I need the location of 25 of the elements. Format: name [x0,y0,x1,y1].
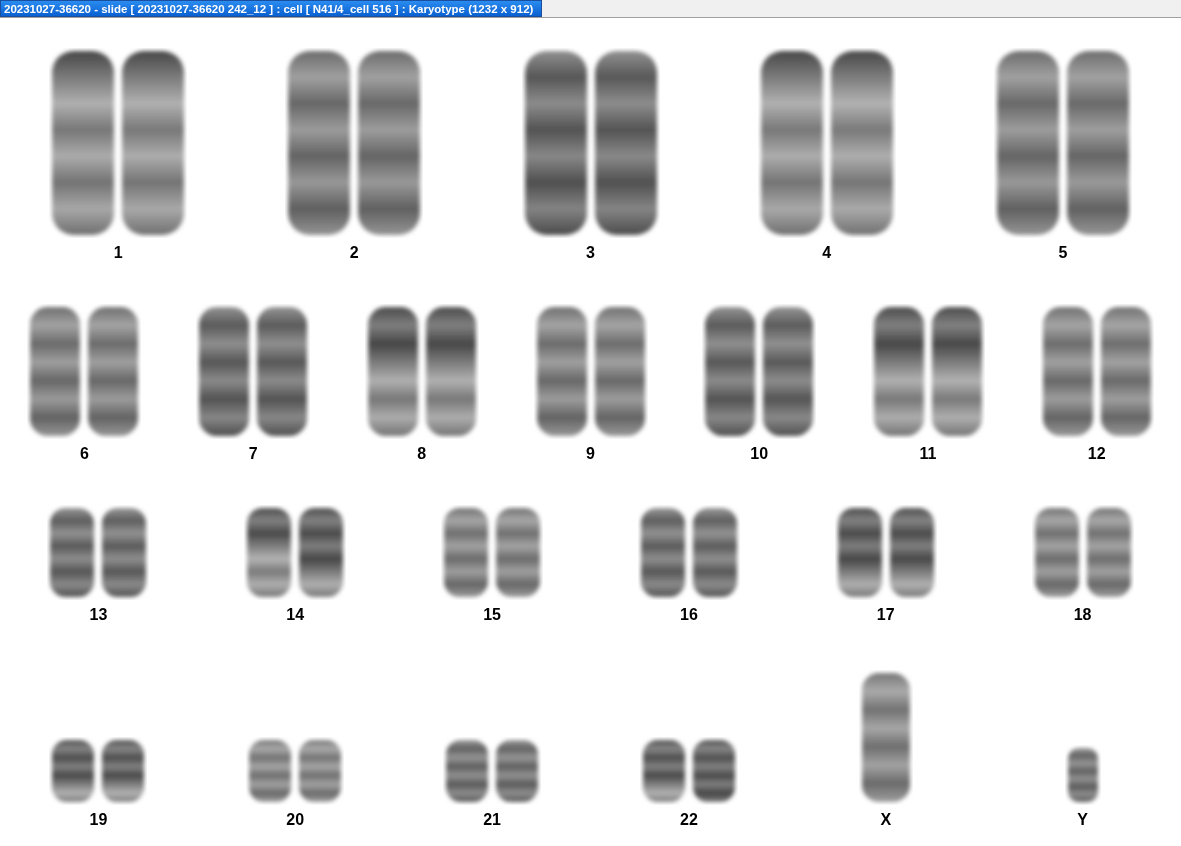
chromosome-number: 21 [483,811,501,829]
window-title: 20231027-36620 - slide [ 20231027-36620 242_12 ] : cell [ N41/4_cell 516 ] : Karyotype (1232 x 912) [0,0,543,17]
chromosome-number: 15 [483,606,501,624]
chromosome-number: 2 [349,244,359,262]
chromosome-number: 1 [113,244,123,262]
chromosome-number: 17 [876,606,895,624]
chromosome-number: 9 [586,445,595,463]
chromosome-number: 18 [1073,606,1092,624]
chromosome-number: 14 [286,606,305,624]
chromosome-number: 7 [248,445,258,463]
chromosome-number: 20 [286,811,305,829]
chromosome-number: 11 [919,445,937,463]
chromosome-number: 5 [1058,244,1068,262]
chromosome-number: 19 [89,811,108,829]
chromosome-number: 6 [79,445,89,463]
chromosome-number: 8 [417,445,427,463]
chromosome-number: X [880,811,892,829]
chromosome-number: 13 [89,606,108,624]
chromosome-number: 10 [750,445,769,463]
chromosome-number: 3 [586,244,595,262]
chromosome-number: 12 [1087,445,1106,463]
chromosome-number: 16 [680,606,698,624]
chromosome-number: Y [1077,811,1088,829]
chromosome-number: 4 [822,244,832,262]
chromosome-number: 22 [680,811,698,829]
